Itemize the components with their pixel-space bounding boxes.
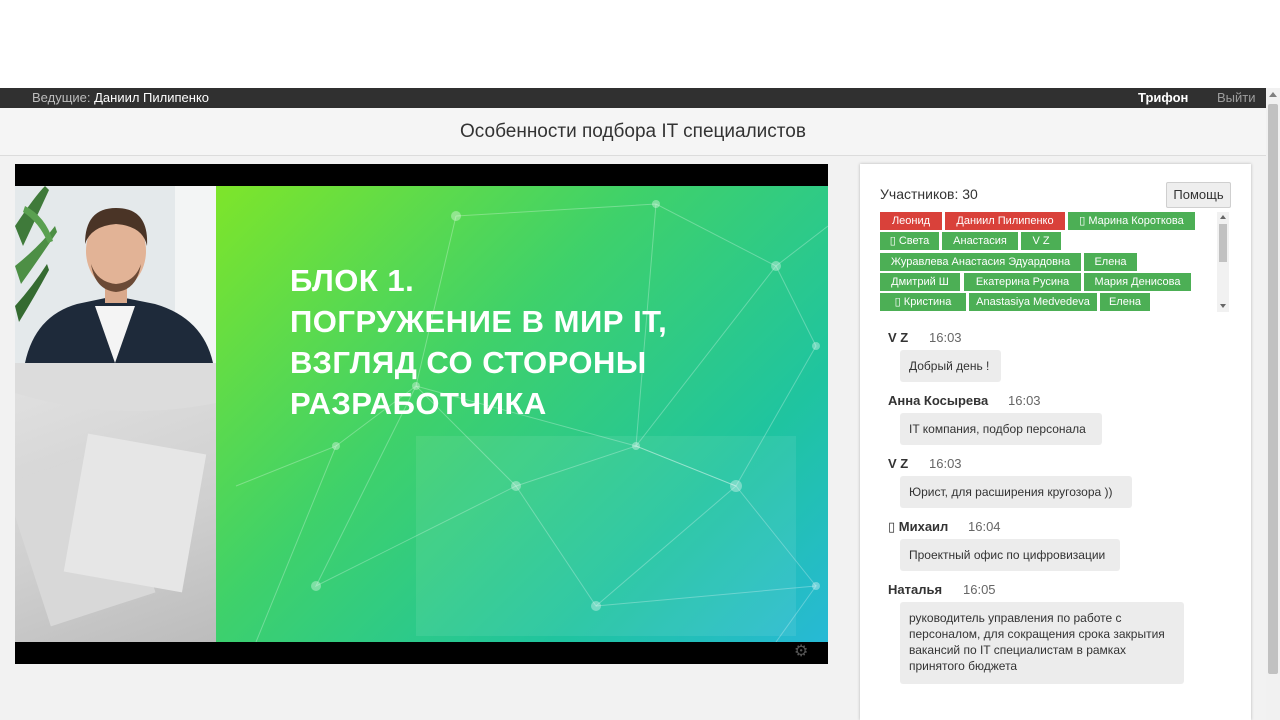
presenter-webcam bbox=[15, 186, 216, 363]
scroll-thumb[interactable] bbox=[1219, 224, 1227, 262]
message-author: V Z bbox=[888, 330, 909, 345]
scroll-up-icon[interactable] bbox=[1269, 92, 1277, 97]
message-author: Анна Косырева bbox=[888, 393, 989, 408]
message-time: 16:03 bbox=[929, 330, 962, 345]
participants-count: Участников: 30 bbox=[880, 186, 978, 202]
participant-chip[interactable]: Дмитрий Ш bbox=[880, 273, 960, 291]
slide-line: БЛОК 1. bbox=[290, 263, 415, 298]
presenter-video-image bbox=[15, 186, 216, 363]
current-user: Трифон bbox=[1138, 90, 1189, 105]
video-player[interactable]: БЛОК 1. ПОГРУЖЕНИЕ В МИР IT, ВЗГЛЯД СО С… bbox=[4, 164, 828, 664]
help-button[interactable]: Помощь bbox=[1166, 182, 1231, 208]
participant-chip[interactable]: Даниил Пилипенко bbox=[945, 212, 1065, 230]
participant-chip[interactable]: Леонид bbox=[880, 212, 942, 230]
participant-chip[interactable]: Анастасия bbox=[942, 232, 1018, 250]
message-author: Наталья bbox=[888, 582, 943, 597]
message-text: Юрист, для расширения кругозора )) bbox=[900, 476, 1132, 508]
title-bar: Особенности подбора IT специалистов bbox=[0, 108, 1266, 156]
participant-chip[interactable]: ▯ Марина Короткова bbox=[1068, 212, 1195, 230]
message-author: ▯ Михаил bbox=[888, 519, 949, 534]
participant-chip[interactable]: Екатерина Русина bbox=[964, 273, 1081, 291]
message-text: Проектный офис по цифровизации bbox=[900, 539, 1120, 571]
gear-icon[interactable]: ⚙ bbox=[794, 641, 808, 661]
participant-chip[interactable]: Журавлева Анастасия Эдуардовна bbox=[880, 253, 1081, 271]
message-time: 16:05 bbox=[963, 582, 996, 597]
page-scrollbar[interactable] bbox=[1266, 88, 1280, 720]
message-text: Добрый день ! bbox=[900, 350, 1001, 382]
message-time: 16:04 bbox=[968, 519, 1001, 534]
host-label: Ведущие: bbox=[32, 90, 91, 105]
page-title: Особенности подбора IT специалистов bbox=[460, 121, 806, 142]
slide-line: ПОГРУЖЕНИЕ В МИР IT, bbox=[290, 304, 668, 339]
participant-chip[interactable]: Елена bbox=[1100, 293, 1150, 311]
slide-line: РАЗРАБОТЧИКА bbox=[290, 386, 547, 421]
participant-chip[interactable]: Мария Денисова bbox=[1084, 273, 1191, 291]
scroll-down-icon[interactable] bbox=[1220, 304, 1226, 308]
participant-chip[interactable]: Anastasiya Medvedeva bbox=[969, 293, 1097, 311]
message-time: 16:03 bbox=[929, 456, 962, 471]
host-info: Ведущие: Даниил Пилипенко bbox=[32, 90, 209, 105]
participants-scrollbar[interactable] bbox=[1217, 212, 1229, 312]
top-bar: Ведущие: Даниил Пилипенко Трифон Выйти bbox=[0, 88, 1266, 108]
slide-text: БЛОК 1. ПОГРУЖЕНИЕ В МИР IT, ВЗГЛЯД СО С… bbox=[290, 260, 810, 424]
message-time: 16:03 bbox=[1008, 393, 1041, 408]
host-name: Даниил Пилипенко bbox=[94, 90, 210, 105]
scroll-up-icon[interactable] bbox=[1220, 215, 1226, 219]
slide-background-photo bbox=[4, 363, 216, 642]
desk-photo-image bbox=[4, 363, 216, 627]
participant-chip[interactable]: ▯ Света bbox=[880, 232, 939, 250]
participant-chip[interactable]: V Z bbox=[1021, 232, 1061, 250]
message-text: руководитель управления по работе с перс… bbox=[900, 602, 1184, 684]
chat-panel: Участников: 30 Помощь Леонид Даниил Пили… bbox=[860, 164, 1251, 720]
participants-list: Леонид Даниил Пилипенко ▯ Марина Коротко… bbox=[880, 212, 1220, 314]
presentation-slide: БЛОК 1. ПОГРУЖЕНИЕ В МИР IT, ВЗГЛЯД СО С… bbox=[216, 186, 828, 642]
slide-line: ВЗГЛЯД СО СТОРОНЫ bbox=[290, 345, 647, 380]
participant-chip[interactable]: Елена bbox=[1084, 253, 1137, 271]
message-text: IT компания, подбор персонала bbox=[900, 413, 1102, 445]
logout-link[interactable]: Выйти bbox=[1217, 90, 1256, 105]
message-author: V Z bbox=[888, 456, 909, 471]
scroll-thumb[interactable] bbox=[1268, 104, 1278, 674]
participant-chip[interactable]: ▯ Кристина bbox=[880, 293, 966, 311]
